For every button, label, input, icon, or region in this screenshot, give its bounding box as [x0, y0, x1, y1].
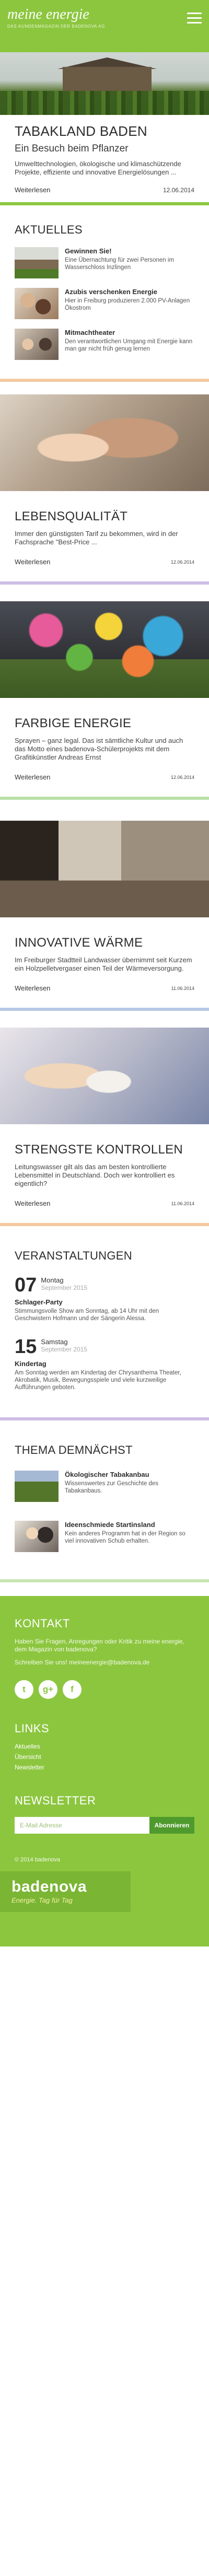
news-item-title[interactable]: Gewinnen Sie! [65, 247, 194, 255]
site-footer: KONTAKT Haben Sie Fragen, Anregungen ode… [0, 1596, 209, 1946]
article-body: Sprayen – ganz legal. Das ist sämtliche … [15, 737, 183, 761]
hero-image[interactable] [0, 52, 209, 115]
event-title[interactable]: Kindertag [15, 1360, 194, 1368]
newsletter-form: Abonnieren [15, 1817, 194, 1834]
article-title[interactable]: LEBENSQUALITÄT [15, 509, 194, 524]
hero-body: Umwelttechnologien, ökologische und klim… [15, 160, 181, 176]
contact-text: Haben Sie Fragen, Anregungen oder Kritik… [15, 1638, 184, 1653]
news-item-desc: Den verantwortlichen Umgang mit Energie … [65, 339, 193, 352]
newsletter-heading: NEWSLETTER [15, 1794, 96, 1807]
news-heading: AKTUELLES [15, 223, 83, 236]
event-weekday: Samstag [41, 1338, 68, 1346]
article-title[interactable]: INNOVATIVE WÄRME [15, 935, 194, 951]
news-item-title[interactable]: Mitmachtheater [65, 329, 194, 337]
site-header: meine energie DAS KUNDENMAGAZIN DER BADE… [0, 0, 209, 52]
hero-article: TABAKLAND BADEN Ein Besuch beim Pflanzer… [0, 115, 209, 202]
twitter-icon[interactable]: t [15, 1680, 33, 1699]
article-body: Immer den günstigsten Tarif zu bekommen,… [15, 530, 178, 546]
news-item[interactable]: Mitmachtheater Den verantwortlichen Umga… [0, 325, 209, 366]
footer-link-newsletter[interactable]: Newsletter [15, 1764, 194, 1771]
news-item[interactable]: Azubis verschenken Energie Hier in Freib… [0, 285, 209, 325]
article-read-more-link[interactable]: Weiterlesen [15, 1199, 50, 1207]
news-item-desc: Eine Übernachtung für zwei Personen im W… [65, 257, 175, 271]
event-day: 07 [15, 1274, 37, 1296]
event-month: September 2015 [41, 1346, 88, 1353]
brand-logo[interactable]: badenova Energie. Tag für Tag [0, 1871, 131, 1912]
article-body: Im Freiburger Stadtteil Landwasser übern… [15, 956, 192, 972]
brand-slogan: Energie. Tag für Tag [11, 1896, 73, 1904]
contact-email-text[interactable]: Schreiben Sie uns! meineenergie@badenova… [15, 1659, 194, 1666]
article-card: LEBENSQUALITÄT Immer den günstigsten Tar… [0, 491, 209, 574]
social-links: t g+ f [15, 1680, 194, 1699]
news-item-desc: Hier in Freiburg produzieren 2.000 PV-An… [65, 298, 190, 311]
coming-item[interactable]: Ideenschmiede Startinsland Kein anderes … [0, 1518, 209, 1558]
event-item[interactable]: 15 Samstag September 2015 Kindertag Am S… [0, 1333, 209, 1396]
copyright: © 2014 badenova [15, 1857, 61, 1863]
news-thumbnail [15, 329, 59, 360]
article-date: 11.06.2014 [171, 1200, 194, 1206]
article-image-room[interactable] [0, 821, 209, 917]
event-title[interactable]: Schlager-Party [15, 1298, 194, 1306]
logo-subtitle: DAS KUNDENMAGAZIN DER BADENOVA AG [7, 24, 105, 29]
coming-item[interactable]: Ökologischer Tabakanbau Wissenswertes zu… [0, 1467, 209, 1518]
newsletter-email-input[interactable] [15, 1817, 149, 1834]
article-card: INNOVATIVE WÄRME Im Freiburger Stadtteil… [0, 917, 209, 1000]
coming-item-desc: Wissenswertes zur Geschichte des Tabakan… [65, 1481, 158, 1494]
article-read-more-link[interactable]: Weiterlesen [15, 558, 50, 566]
logo-title[interactable]: meine energie [7, 6, 202, 23]
article-image-lab[interactable] [0, 1028, 209, 1124]
article-image-mural[interactable] [0, 601, 209, 698]
article-image-hands[interactable] [0, 394, 209, 491]
hero-date: 12.06.2014 [162, 186, 194, 194]
coming-item-title[interactable]: Ideenschmiede Startinsland [65, 1521, 194, 1529]
events-heading: VERANSTALTUNGEN [15, 1249, 132, 1262]
article-title[interactable]: FARBIGE ENERGIE [15, 716, 194, 731]
news-item-title[interactable]: Azubis verschenken Energie [65, 288, 194, 296]
hero-subtitle: Ein Besuch beim Pflanzer [15, 143, 129, 154]
footer-link-aktuelles[interactable]: Aktuelles [15, 1743, 194, 1750]
events-section: VERANSTALTUNGEN 07 Montag September 2015… [0, 1226, 209, 1396]
hero-read-more-link[interactable]: Weiterlesen [15, 186, 50, 194]
newsletter-subscribe-button[interactable]: Abonnieren [149, 1817, 194, 1834]
article-read-more-link[interactable]: Weiterlesen [15, 773, 50, 781]
news-item[interactable]: Gewinnen Sie! Eine Übernachtung für zwei… [0, 244, 209, 285]
article-date: 12.06.2014 [170, 559, 194, 565]
coming-heading: THEMA DEMNÄCHST [15, 1443, 133, 1456]
coming-thumbnail [15, 1521, 59, 1552]
event-desc: Stimmungsvolle Show am Sonntag, ab 14 Uh… [15, 1308, 159, 1322]
event-weekday: Montag [41, 1276, 64, 1284]
article-body: Leitungswasser gilt als das am besten ko… [15, 1163, 175, 1187]
coming-item-desc: Kein anderes Programm hat in der Region … [65, 1531, 185, 1544]
article-card: FARBIGE ENERGIE Sprayen – ganz legal. Da… [0, 698, 209, 789]
event-day: 15 [15, 1336, 37, 1358]
event-item[interactable]: 07 Montag September 2015 Schlager-Party … [0, 1271, 209, 1327]
article-date: 11.06.2014 [171, 985, 194, 991]
event-month: September 2015 [41, 1284, 88, 1291]
coming-item-title[interactable]: Ökologischer Tabakanbau [65, 1471, 194, 1479]
coming-thumbnail [15, 1471, 59, 1502]
article-read-more-link[interactable]: Weiterlesen [15, 984, 50, 992]
article-card: STRENGSTE KONTROLLEN Leitungswasser gilt… [0, 1124, 209, 1216]
facebook-icon[interactable]: f [63, 1680, 82, 1699]
links-heading: LINKS [15, 1722, 50, 1735]
article-title[interactable]: STRENGSTE KONTROLLEN [15, 1142, 194, 1158]
brand-name: badenova [11, 1878, 87, 1895]
event-desc: Am Sonntag werden am Kindertag der Chrys… [15, 1370, 181, 1391]
google-plus-icon[interactable]: g+ [39, 1680, 57, 1699]
footer-link-uebersicht[interactable]: Übersicht [15, 1753, 194, 1761]
footer-links: Aktuelles Übersicht Newsletter [15, 1743, 194, 1771]
contact-heading: KONTAKT [15, 1617, 70, 1630]
news-thumbnail [15, 288, 59, 319]
article-date: 12.06.2014 [170, 774, 194, 780]
hero-title[interactable]: TABAKLAND BADEN [15, 123, 194, 139]
news-thumbnail [15, 247, 59, 278]
hamburger-menu-icon[interactable] [187, 13, 202, 24]
